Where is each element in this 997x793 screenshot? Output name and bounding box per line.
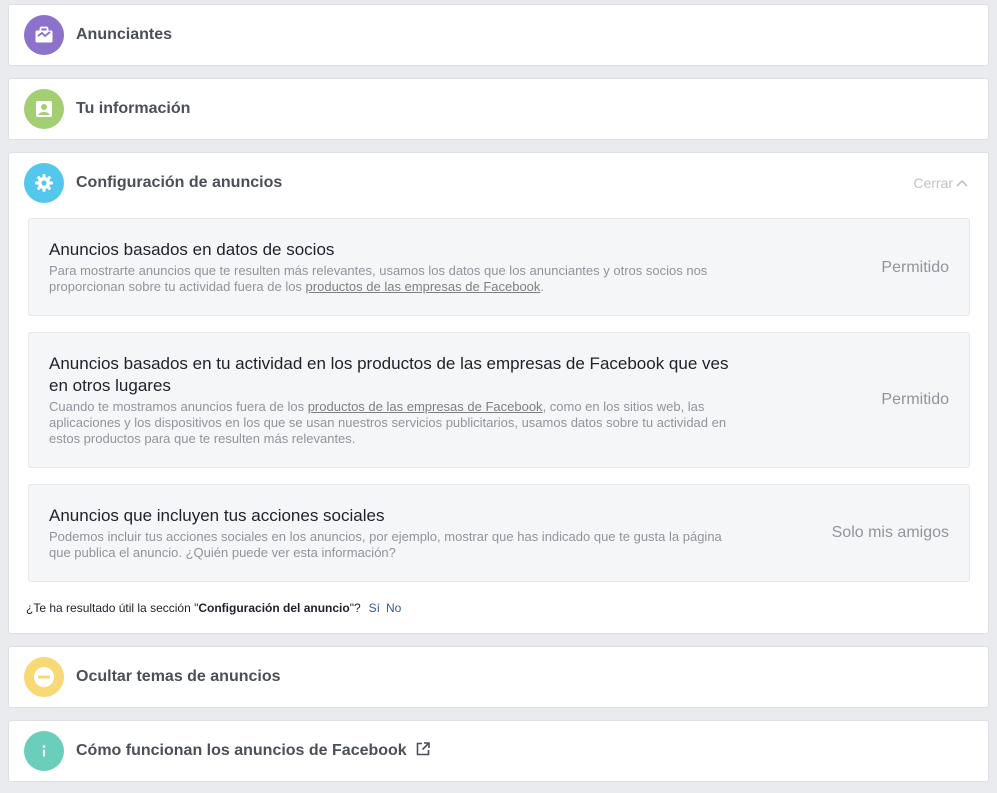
feedback-question: ¿Te ha resultado útil la sección "Config… xyxy=(26,601,401,615)
ad-settings-label: Configuración de anuncios xyxy=(76,174,283,191)
setting-value: Solo mis amigos xyxy=(831,524,949,541)
setting-description: Cuando te mostramos anuncios fuera de lo… xyxy=(49,399,739,447)
feedback-no-link[interactable]: No xyxy=(386,601,401,615)
setting-description: Podemos incluir tus acciones sociales en… xyxy=(49,529,739,561)
setting-title: Anuncios basados en datos de socios xyxy=(49,240,335,259)
description-text: Podemos incluir tus acciones sociales en… xyxy=(49,529,722,560)
external-link-icon xyxy=(416,742,430,756)
info-icon xyxy=(42,745,46,757)
person-card-icon xyxy=(36,101,52,117)
your-info-label: Tu información xyxy=(76,100,191,117)
feedback-yes-link[interactable]: Sí xyxy=(369,601,380,615)
setting-title: Anuncios que incluyen tus acciones socia… xyxy=(49,506,385,525)
advertisers-panel: Anunciantes xyxy=(8,4,989,66)
hide-topics-header[interactable]: Ocultar temas de anuncios xyxy=(9,647,988,707)
how-ads-work-label: Cómo funcionan los anuncios de Facebook xyxy=(76,721,431,781)
feedback-text: ¿Te ha resultado útil la sección " xyxy=(26,601,199,615)
facebook-companies-products-link[interactable]: productos de las empresas de Facebook xyxy=(306,279,541,294)
how-ads-work-panel: Cómo funcionan los anuncios de Facebook xyxy=(8,720,989,782)
how-ads-work-text: Cómo funcionan los anuncios de Facebook xyxy=(76,742,407,759)
hide-topics-panel: Ocultar temas de anuncios xyxy=(8,646,989,708)
setting-description: Para mostrarte anuncios que te resulten … xyxy=(49,263,739,295)
minus-circle-icon xyxy=(34,667,54,687)
chevron-up-icon xyxy=(956,179,968,187)
facebook-companies-products-link[interactable]: productos de las empresas de Facebook xyxy=(308,399,543,414)
advertisers-header[interactable]: Anunciantes xyxy=(9,5,988,65)
ad-settings-panel: Configuración de anuncios Cerrar Anuncio… xyxy=(8,152,989,634)
advertisers-icon-circle xyxy=(24,15,64,55)
setting-activity-off-facebook[interactable]: Anuncios basados en tu actividad en los … xyxy=(28,332,970,468)
gear-icon xyxy=(35,174,53,192)
hide-topics-label: Ocultar temas de anuncios xyxy=(76,668,281,685)
setting-value: Permitido xyxy=(881,259,949,276)
description-text: Cuando te mostramos anuncios fuera de lo… xyxy=(49,399,308,414)
your-info-header[interactable]: Tu información xyxy=(9,79,988,139)
hide-topics-icon-circle xyxy=(24,657,64,697)
how-ads-work-header[interactable]: Cómo funcionan los anuncios de Facebook xyxy=(9,721,988,781)
ad-settings-header[interactable]: Configuración de anuncios Cerrar xyxy=(9,153,988,213)
description-text-end: . xyxy=(540,279,545,294)
setting-value: Permitido xyxy=(881,391,949,408)
setting-social-actions[interactable]: Anuncios que incluyen tus acciones socia… xyxy=(28,484,970,582)
ad-settings-icon-circle xyxy=(24,163,64,203)
close-toggle[interactable]: Cerrar xyxy=(913,173,968,193)
feedback-section-name: Configuración del anuncio xyxy=(198,601,350,615)
how-ads-work-icon-circle xyxy=(24,731,64,771)
setting-partner-data[interactable]: Anuncios basados en datos de socios Para… xyxy=(28,218,970,316)
close-label: Cerrar xyxy=(913,175,953,191)
advertisers-label: Anunciantes xyxy=(76,26,173,43)
your-info-icon-circle xyxy=(24,89,64,129)
briefcase-icon xyxy=(35,26,53,43)
feedback-text-end: "? xyxy=(349,601,361,615)
setting-title: Anuncios basados en tu actividad en los … xyxy=(49,354,729,395)
your-info-panel: Tu información xyxy=(8,78,989,140)
